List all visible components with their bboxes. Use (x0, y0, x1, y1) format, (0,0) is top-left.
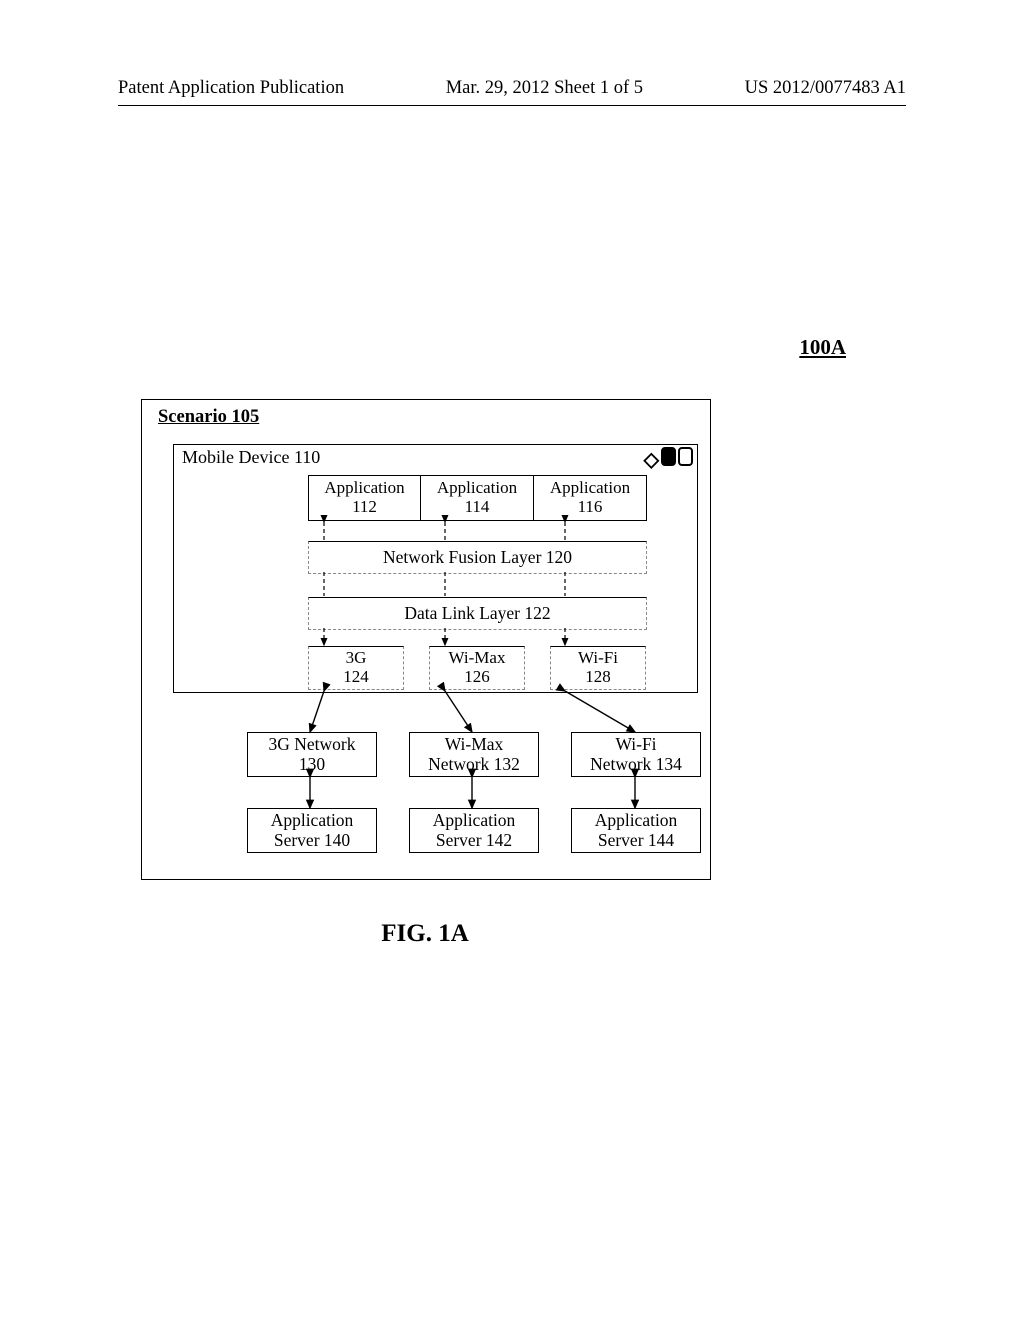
radio-wimax-num: 126 (464, 668, 490, 687)
device-status-icons: ◇ (644, 447, 693, 472)
header-right: US 2012/0077483 A1 (745, 78, 906, 99)
network-3g-label: 3G Network (269, 735, 356, 754)
signal-icon: ◇ (644, 447, 659, 472)
mobile-device-container: Mobile Device 110 ◇ Application 112 Appl… (173, 444, 698, 693)
app-112-label: Application (324, 479, 404, 498)
radio-wifi-label: Wi-Fi (578, 649, 618, 668)
layer2-label: Data Link Layer 122 (404, 603, 550, 624)
card-icon (678, 447, 693, 472)
app-112-num: 112 (352, 498, 377, 517)
server-142-label: Application (433, 811, 516, 830)
radio-wimax-label: Wi-Max (449, 649, 506, 668)
figure-reference-label: 100A (799, 335, 846, 360)
server-142-sub: Server 142 (436, 831, 512, 850)
radio-3g-label: 3G (346, 649, 367, 668)
app-116-num: 116 (578, 498, 603, 517)
app-116-box: Application 116 (534, 475, 647, 521)
app-114-box: Application 114 (421, 475, 534, 521)
app-112-box: Application 112 (308, 475, 421, 521)
network-3g-num: 130 (299, 755, 325, 774)
header-center: Mar. 29, 2012 Sheet 1 of 5 (446, 78, 643, 99)
network-row: 3G Network 130 Wi-Max Network 132 Wi-Fi … (247, 732, 701, 777)
network-wimax-label: Wi-Max (445, 735, 504, 754)
network-wimax-sub: Network 132 (428, 755, 520, 774)
radio-wifi-num: 128 (585, 668, 611, 687)
app-114-num: 114 (465, 498, 490, 517)
app-114-label: Application (437, 479, 517, 498)
radio-wimax-box: Wi-Max 126 (429, 646, 525, 690)
data-link-layer: Data Link Layer 122 (308, 597, 647, 630)
radio-row: 3G 124 Wi-Max 126 Wi-Fi 128 (308, 646, 646, 690)
network-wifi-label: Wi-Fi (615, 735, 656, 754)
network-wifi-sub: Network 134 (590, 755, 682, 774)
layer1-label: Network Fusion Layer 120 (383, 547, 572, 568)
application-row: Application 112 Application 114 Applicat… (308, 475, 647, 521)
battery-icon (661, 447, 676, 472)
radio-3g-num: 124 (343, 668, 369, 687)
app-116-label: Application (550, 479, 630, 498)
header-left: Patent Application Publication (118, 78, 344, 99)
server-144-label: Application (595, 811, 678, 830)
scenario-title: Scenario 105 (158, 407, 259, 428)
server-142-box: Application Server 142 (409, 808, 539, 853)
device-title: Mobile Device 110 (182, 447, 320, 468)
figure-caption: FIG. 1A (0, 920, 850, 948)
radio-3g-box: 3G 124 (308, 646, 404, 690)
header-divider (118, 105, 906, 106)
server-144-box: Application Server 144 (571, 808, 701, 853)
server-144-sub: Server 144 (598, 831, 674, 850)
network-3g-box: 3G Network 130 (247, 732, 377, 777)
scenario-container: Scenario 105 Mobile Device 110 ◇ Applica… (141, 399, 711, 880)
radio-wifi-box: Wi-Fi 128 (550, 646, 646, 690)
server-140-box: Application Server 140 (247, 808, 377, 853)
network-wifi-box: Wi-Fi Network 134 (571, 732, 701, 777)
network-fusion-layer: Network Fusion Layer 120 (308, 541, 647, 574)
network-wimax-box: Wi-Max Network 132 (409, 732, 539, 777)
server-row: Application Server 140 Application Serve… (247, 808, 701, 853)
server-140-label: Application (271, 811, 354, 830)
server-140-sub: Server 140 (274, 831, 350, 850)
page-header: Patent Application Publication Mar. 29, … (118, 78, 906, 99)
